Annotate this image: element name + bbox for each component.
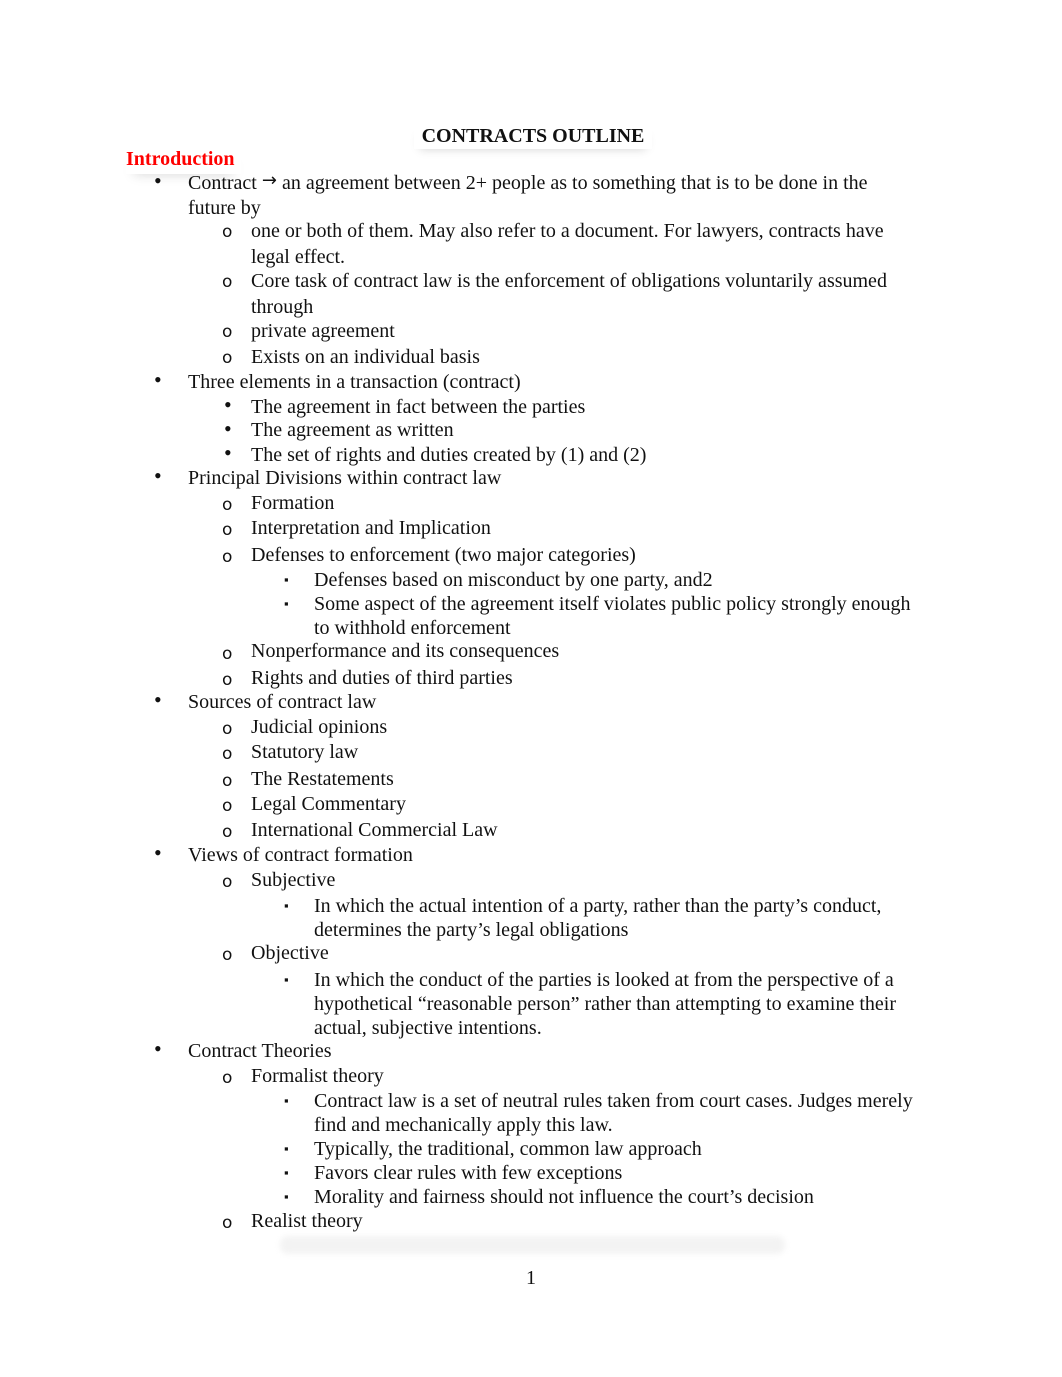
- circle-bullet-icon: o: [222, 670, 233, 690]
- list-item-continuation: actual, subjective intentions.: [314, 1017, 542, 1039]
- bullet-icon: •: [154, 687, 162, 712]
- term-contract: Contract: [188, 172, 257, 194]
- circle-bullet-icon: o: [222, 744, 233, 764]
- list-item-continuation: through: [251, 296, 314, 318]
- circle-bullet-icon: o: [222, 222, 233, 242]
- list-item: Contract law is a set of neutral rules t…: [314, 1090, 913, 1112]
- list-item: Morality and fairness should not influen…: [314, 1186, 814, 1208]
- square-bullet-icon: ▪: [284, 1165, 289, 1180]
- circle-bullet-icon: o: [222, 547, 233, 567]
- list-item-continuation: hypothetical “reasonable person” rather …: [314, 993, 896, 1015]
- list-item-continuation: legal effect.: [251, 246, 346, 268]
- arrow-right-icon: →: [261, 170, 277, 191]
- list-item: Contract Theories: [188, 1040, 332, 1062]
- square-bullet-icon: ▪: [284, 972, 289, 987]
- list-item: Some aspect of the agreement itself viol…: [314, 593, 911, 615]
- list-item-continuation: future by: [188, 197, 261, 219]
- square-bullet-icon: ▪: [284, 898, 289, 913]
- bullet-icon: •: [154, 1036, 162, 1061]
- document-page: CONTRACTS OUTLINE Introduction • Contrac…: [0, 0, 1062, 1377]
- circle-bullet-icon: o: [222, 945, 233, 965]
- list-item: Judicial opinions: [251, 716, 388, 738]
- square-bullet-icon: ▪: [284, 1093, 289, 1108]
- footer-divider: [280, 1236, 785, 1254]
- circle-bullet-icon: o: [222, 322, 233, 342]
- list-item: The Restatements: [251, 768, 394, 790]
- list-item: Favors clear rules with few exceptions: [314, 1162, 623, 1184]
- list-item: Core task of contract law is the enforce…: [251, 270, 887, 292]
- list-item: International Commercial Law: [251, 819, 498, 841]
- circle-bullet-icon: o: [222, 520, 233, 540]
- square-bullet-icon: ▪: [284, 596, 289, 611]
- circle-bullet-icon: o: [222, 348, 233, 368]
- circle-bullet-icon: o: [222, 719, 233, 739]
- list-item: Nonperformance and its consequences: [251, 640, 560, 662]
- definition-text: an agreement between 2+ people as to som…: [281, 172, 868, 194]
- bullet-icon: •: [154, 168, 162, 193]
- list-item: The agreement in fact between the partie…: [251, 396, 586, 418]
- list-item: Contract → an agreement between 2+ peopl…: [188, 170, 868, 196]
- list-item: Interpretation and Implication: [251, 517, 491, 539]
- page-number: 1: [526, 1267, 536, 1289]
- list-item: Defenses based on misconduct by one part…: [314, 569, 713, 591]
- list-item: Subjective: [251, 869, 336, 891]
- list-item: Realist theory: [251, 1210, 363, 1232]
- circle-bullet-icon: o: [222, 644, 233, 664]
- square-bullet-icon: ▪: [284, 572, 289, 587]
- circle-bullet-icon: o: [222, 272, 233, 292]
- list-item: Sources of contract law: [188, 691, 377, 713]
- circle-bullet-icon: o: [222, 1068, 233, 1088]
- list-item: Formalist theory: [251, 1065, 384, 1087]
- list-item: The set of rights and duties created by …: [251, 444, 647, 466]
- list-item: Views of contract formation: [188, 844, 413, 866]
- list-item-continuation: determines the party’s legal obligations: [314, 919, 629, 941]
- document-title-text: CONTRACTS OUTLINE: [414, 123, 653, 149]
- list-item: Statutory law: [251, 741, 359, 763]
- circle-bullet-icon: o: [222, 796, 233, 816]
- circle-bullet-icon: o: [222, 872, 233, 892]
- section-heading-introduction: Introduction: [126, 147, 241, 171]
- list-item-continuation: to withhold enforcement: [314, 617, 511, 639]
- list-item: Exists on an individual basis: [251, 346, 480, 368]
- bullet-icon: •: [224, 440, 232, 465]
- circle-bullet-icon: o: [222, 1213, 233, 1233]
- list-item: Legal Commentary: [251, 793, 406, 815]
- bullet-icon: •: [154, 840, 162, 865]
- bullet-icon: •: [154, 463, 162, 488]
- list-item: Objective: [251, 942, 329, 964]
- list-item: private agreement: [251, 320, 395, 342]
- list-item: Formation: [251, 492, 335, 514]
- list-item: one or both of them. May also refer to a…: [251, 220, 884, 242]
- bullet-icon: •: [154, 367, 162, 392]
- list-item: Principal Divisions within contract law: [188, 467, 502, 489]
- list-item: In which the conduct of the parties is l…: [314, 969, 894, 991]
- list-item: In which the actual intention of a party…: [314, 895, 882, 917]
- square-bullet-icon: ▪: [284, 1189, 289, 1204]
- list-item: Typically, the traditional, common law a…: [314, 1138, 702, 1160]
- circle-bullet-icon: o: [222, 771, 233, 791]
- list-item: Defenses to enforcement (two major categ…: [251, 544, 636, 566]
- list-item: Three elements in a transaction (contrac…: [188, 371, 521, 393]
- bullet-icon: •: [224, 392, 232, 417]
- document-title: CONTRACTS OUTLINE: [0, 124, 1062, 148]
- list-item: The agreement as written: [251, 419, 454, 441]
- square-bullet-icon: ▪: [284, 1141, 289, 1156]
- circle-bullet-icon: o: [222, 822, 233, 842]
- list-item-continuation: find and mechanically apply this law.: [314, 1114, 613, 1136]
- circle-bullet-icon: o: [222, 495, 233, 515]
- list-item: Rights and duties of third parties: [251, 667, 513, 689]
- bullet-icon: •: [224, 416, 232, 441]
